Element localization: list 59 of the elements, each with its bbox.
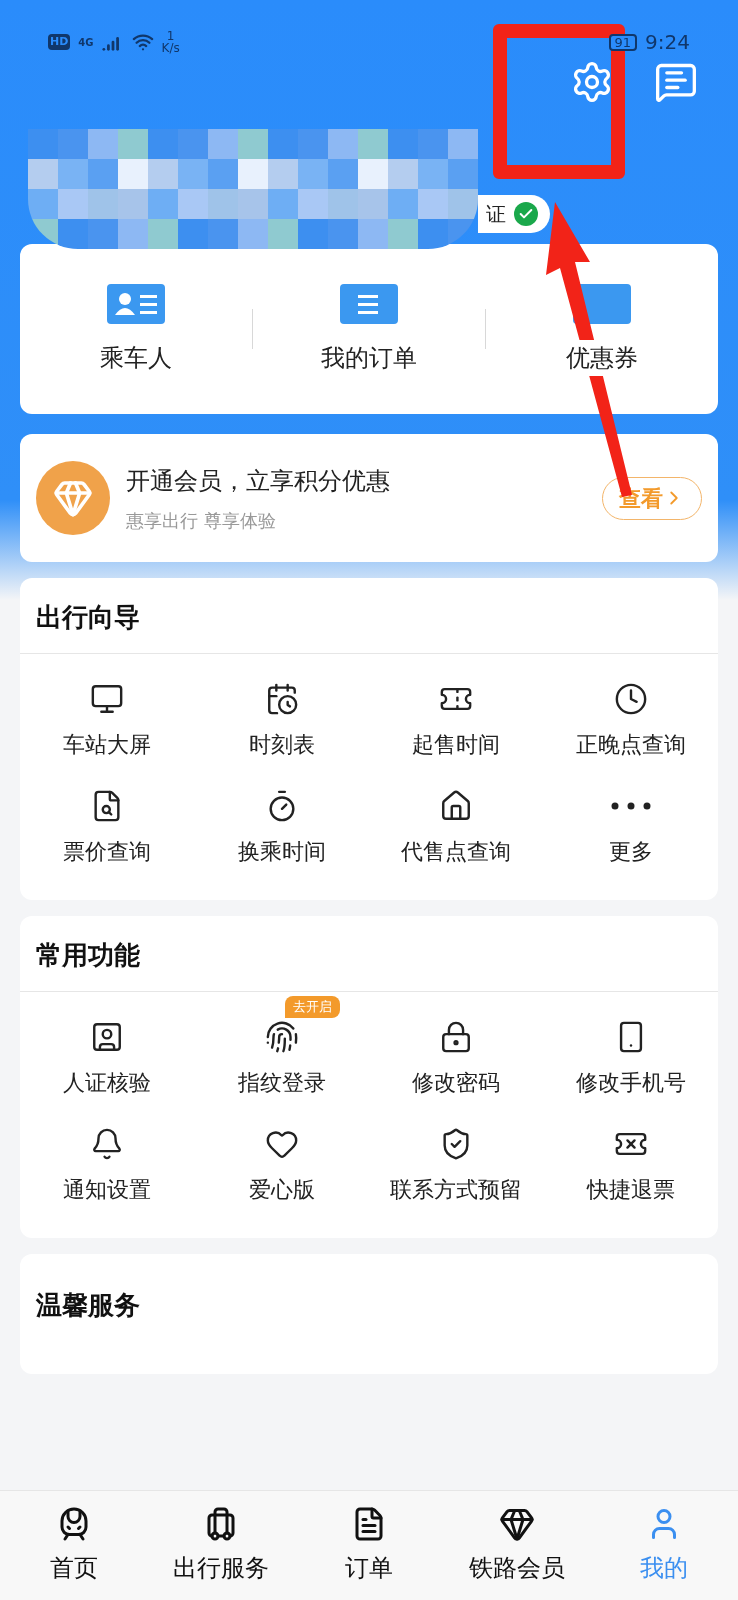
hd-indicator: HD: [48, 33, 71, 51]
speed-value: 1: [165, 30, 176, 42]
wifi-icon: [131, 31, 154, 53]
function-item[interactable]: 起售时间: [412, 682, 501, 761]
function-label: 正晚点查询: [575, 731, 686, 759]
function-item[interactable]: 快捷退票: [586, 1127, 675, 1206]
monitor-icon: [90, 682, 125, 716]
status-badge: 去开启: [285, 996, 341, 1018]
clock-icon: [613, 682, 648, 716]
function-label: 爱心版: [248, 1176, 315, 1204]
function-item[interactable]: 换乘时间: [237, 789, 326, 868]
function-item[interactable]: 指纹登录: [237, 1020, 326, 1099]
quick-link[interactable]: 我的订单: [253, 282, 485, 376]
fingerprint-icon: [264, 1020, 299, 1054]
function-label: 指纹登录: [237, 1069, 326, 1097]
more-icon: [610, 802, 651, 810]
function-item[interactable]: 时刻表: [248, 682, 315, 761]
function-item[interactable]: 联系方式预留: [390, 1127, 523, 1206]
speed-unit: K/s: [161, 42, 180, 54]
nav-tab[interactable]: 订单: [295, 1505, 443, 1586]
quick-link[interactable]: 乘车人: [20, 282, 252, 376]
function-label: 时刻表: [248, 731, 315, 759]
function-item[interactable]: 修改密码: [412, 1020, 501, 1099]
function-label: 快捷退票: [586, 1176, 675, 1204]
function-item[interactable]: 票价查询: [63, 789, 152, 868]
function-label: 通知设置: [63, 1176, 152, 1204]
function-item[interactable]: 车站大屏: [63, 682, 152, 761]
function-label: 起售时间: [412, 731, 501, 759]
verified-label: 证: [486, 201, 506, 228]
function-item[interactable]: 通知设置: [63, 1127, 152, 1206]
network-label: 4G: [78, 35, 94, 50]
membership-title: 开通会员，立享积分优惠: [126, 465, 391, 497]
function-label: 车站大屏: [63, 731, 152, 759]
function-label: 换乘时间: [237, 838, 326, 866]
function-item[interactable]: 更多: [608, 789, 653, 868]
function-label: 人证核验: [63, 1069, 152, 1097]
function-label: 修改手机号: [575, 1069, 686, 1097]
id-card-icon: [107, 282, 165, 324]
section-title: 常用功能: [36, 940, 140, 970]
nav-tab[interactable]: 首页: [0, 1505, 148, 1586]
function-item[interactable]: 正晚点查询: [575, 682, 686, 761]
membership-subtitle: 惠享出行 尊享体验: [126, 508, 277, 533]
section-title: 出行向导: [36, 602, 140, 632]
function-item[interactable]: 人证核验: [63, 1020, 152, 1099]
quick-link-label: 优惠券: [566, 340, 638, 376]
document-icon: [340, 282, 398, 324]
function-item[interactable]: 修改手机号: [575, 1020, 686, 1099]
function-label: 票价查询: [63, 838, 152, 866]
function-item[interactable]: 爱心版: [248, 1127, 315, 1206]
function-label: 代售点查询: [401, 838, 512, 866]
function-label: 联系方式预留: [390, 1176, 523, 1204]
nav-tab[interactable]: 铁路会员: [442, 1505, 591, 1586]
battery-indicator: 91: [608, 33, 638, 51]
function-item[interactable]: 代售点查询: [401, 789, 512, 868]
section-title: 温馨服务: [36, 1290, 140, 1320]
function-label: 更多: [608, 838, 653, 866]
clock-time: 9:24: [645, 29, 690, 56]
nav-tab[interactable]: 出行服务: [147, 1505, 296, 1586]
function-label: 修改密码: [412, 1069, 501, 1097]
